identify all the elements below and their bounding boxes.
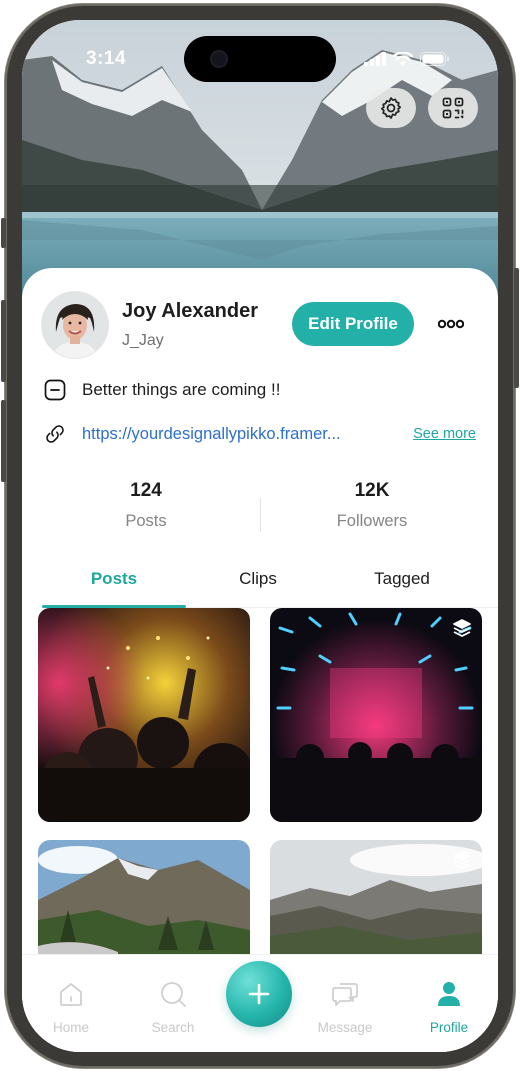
message-icon — [332, 983, 358, 1006]
link-icon — [46, 425, 64, 443]
qr-code-button[interactable] — [428, 88, 478, 128]
tab-tagged[interactable]: Tagged — [330, 562, 474, 608]
bio-text: Better things are coming !! — [82, 380, 281, 399]
stat-followers-value: 12K — [354, 480, 390, 501]
stat-posts-label: Posts — [125, 512, 167, 530]
minus-box-icon — [44, 379, 66, 401]
battery-icon — [420, 52, 449, 66]
stat-posts[interactable]: 124 Posts — [46, 480, 246, 531]
app-screen: 3:14 Joy Alexander J_Jay Edit Profile Be… — [22, 20, 498, 1052]
stat-followers[interactable]: 12K Followers — [272, 480, 472, 531]
action-button — [1, 218, 6, 248]
qr-code-icon — [442, 97, 464, 119]
status-time: 3:14 — [86, 48, 127, 69]
post-tile[interactable] — [270, 608, 482, 822]
post-tile[interactable] — [38, 840, 250, 960]
post-tile[interactable] — [270, 840, 482, 960]
mountain-forest-photo — [38, 840, 250, 960]
post-tile[interactable] — [38, 608, 250, 822]
gear-icon — [380, 97, 402, 119]
layers-icon — [453, 851, 471, 869]
tab-posts[interactable]: Posts — [42, 562, 186, 608]
nightclub-lights-photo — [270, 608, 482, 822]
status-bar: 3:14 — [22, 20, 498, 94]
link-row: https://yourdesignallypikko.framer... Se… — [44, 420, 476, 448]
layers-icon — [453, 619, 471, 637]
bottom-nav: Home Search Message Profile — [22, 954, 498, 1052]
nav-profile-label: Profile — [429, 1020, 469, 1035]
stat-posts-value: 124 — [130, 480, 162, 501]
more-dots-icon — [438, 319, 464, 329]
profile-link[interactable]: https://yourdesignallypikko.framer... — [82, 425, 341, 444]
profile-handle: J_Jay — [122, 332, 164, 349]
status-icons — [364, 50, 450, 68]
nav-profile[interactable]: Profile — [414, 979, 484, 1035]
stats-divider — [260, 498, 261, 532]
avatar[interactable] — [42, 292, 108, 358]
settings-button[interactable] — [366, 88, 416, 128]
tab-clips[interactable]: Clips — [186, 562, 330, 608]
home-icon — [60, 983, 82, 1006]
cellular-signal-icon — [364, 52, 386, 66]
volume-down-button — [1, 400, 6, 482]
person-icon — [438, 982, 460, 1006]
profile-stats: 124 Posts 12K Followers — [22, 480, 498, 550]
profile-name: Joy Alexander — [122, 300, 258, 322]
profile-tabs: Posts Clips Tagged — [42, 562, 498, 608]
see-more-link[interactable]: See more — [413, 426, 476, 442]
plus-icon — [248, 983, 270, 1005]
create-post-button[interactable] — [226, 961, 292, 1027]
nav-home[interactable]: Home — [36, 979, 106, 1035]
nav-search-label: Search — [151, 1020, 195, 1035]
dynamic-island — [184, 36, 336, 82]
power-button — [514, 268, 519, 388]
edit-profile-button[interactable]: Edit Profile — [292, 302, 414, 346]
mountain-range-photo — [270, 840, 482, 960]
nav-message-label: Message — [317, 1020, 373, 1035]
nav-home-label: Home — [52, 1020, 89, 1035]
nav-search[interactable]: Search — [138, 979, 208, 1035]
stat-followers-label: Followers — [336, 512, 408, 530]
bio-row: Better things are coming !! — [44, 376, 280, 404]
search-icon — [161, 982, 186, 1007]
header-actions — [366, 88, 478, 128]
volume-up-button — [1, 300, 6, 382]
more-options-button[interactable] — [436, 314, 466, 334]
concert-crowd-photo — [38, 608, 250, 822]
wifi-icon — [393, 51, 413, 66]
nav-message[interactable]: Message — [310, 979, 380, 1035]
